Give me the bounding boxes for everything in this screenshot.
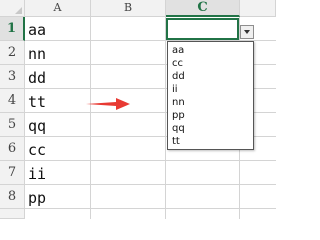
cell-a8[interactable]: pp [27,186,90,210]
select-all-triangle-icon [15,7,22,14]
row-header-9[interactable] [0,209,25,219]
dropdown-option[interactable]: cc [172,58,252,70]
select-all-corner[interactable] [0,0,25,17]
cell-a4[interactable]: tt [27,90,90,114]
column-header-a[interactable]: A [25,0,91,17]
dropdown-option[interactable]: ii [172,84,252,96]
spreadsheet-grid: A B C 1 2 3 4 5 6 7 8 aa nn dd tt qq cc … [0,0,276,219]
column-header-b[interactable]: B [91,0,166,17]
dropdown-option[interactable]: pp [172,110,252,122]
column-header-d[interactable] [240,0,276,17]
row-header-4[interactable]: 4 [0,89,25,113]
cell-a5[interactable]: qq [27,114,90,138]
row-header-6[interactable]: 6 [0,137,25,161]
row-header-5[interactable]: 5 [0,113,25,137]
dropdown-list: aa cc dd ii nn pp qq tt [167,41,254,150]
cell-a2[interactable]: nn [27,42,90,66]
row-header-1[interactable]: 1 [0,17,25,41]
dropdown-option[interactable]: aa [172,45,252,57]
active-cell-c1[interactable] [166,18,239,40]
cell-a6[interactable]: cc [27,138,90,162]
dropdown-option[interactable]: nn [172,97,252,109]
row-header-3[interactable]: 3 [0,65,25,89]
gridline [165,17,166,219]
row-header-7[interactable]: 7 [0,161,25,185]
dropdown-chevron-icon[interactable] [240,25,254,39]
cell-a3[interactable]: dd [27,66,90,90]
row-header-2[interactable]: 2 [0,41,25,65]
cell-a1[interactable]: aa [27,18,90,42]
row-header-8[interactable]: 8 [0,185,25,209]
cell-a7[interactable]: ii [27,162,90,186]
gridline [90,17,91,219]
dropdown-option[interactable]: qq [172,123,252,135]
column-header-c[interactable]: C [166,0,240,17]
dropdown-option[interactable]: tt [172,136,252,148]
dropdown-option[interactable]: dd [172,71,252,83]
right-arrow-icon [84,97,132,116]
